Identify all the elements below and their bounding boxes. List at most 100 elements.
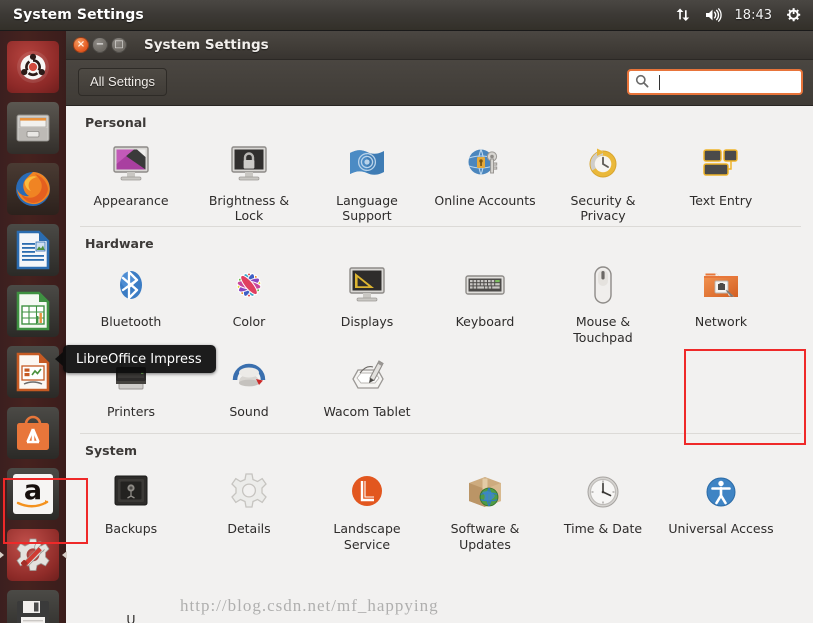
settings-item-displays[interactable]: Displays [308,255,426,345]
section-title-hardware: Hardware [85,236,154,252]
section-system: System Backups Details Landscape Service… [66,434,813,623]
launcher-item-libreoffice-calc[interactable] [4,282,62,340]
settings-item-wacom-tablet[interactable]: Wacom Tablet [308,345,426,431]
settings-item-label: Landscape Service [333,521,401,552]
settings-item-landscape-service[interactable]: Landscape Service [308,462,426,552]
launcher-item-files[interactable] [4,99,62,157]
all-settings-button[interactable]: All Settings [78,68,168,97]
software-updates-icon [461,468,509,516]
search-box[interactable] [627,69,803,96]
libreoffice-impress-icon [7,346,59,398]
system-settings-window: × − □ System Settings All Settings Perso… [66,31,813,623]
text-entry-icon [697,140,745,188]
settings-item-label: Mouse & Touchpad [573,314,633,345]
top-panel: System Settings 18:43 [0,0,813,31]
amazon-icon: a [7,468,59,520]
volume-indicator-icon[interactable] [704,7,722,23]
network-indicator-icon[interactable] [675,7,691,23]
settings-item-label: Software & Updates [450,521,520,552]
settings-item-color[interactable]: Color [190,255,308,345]
panel-app-title: System Settings [13,7,144,23]
mouse-icon [579,261,627,309]
section-personal: Personal Appearance Brightness & Lock La… [66,106,813,228]
ubuntu-software-icon [7,407,59,459]
network-icon [697,261,745,309]
window-toolbar: All Settings [66,60,813,106]
settings-item-label: Keyboard [455,314,515,330]
settings-item-online-accounts[interactable]: Online Accounts [426,134,544,224]
settings-item-appearance[interactable]: Appearance [72,134,190,224]
settings-item-universal-access[interactable]: Universal Access [662,462,780,552]
launcher-item-dash-home[interactable] [4,38,62,96]
settings-item-label: Universal Access [668,521,774,537]
bluetooth-icon [107,261,155,309]
panel-clock[interactable]: 18:43 [735,8,772,23]
settings-item-label: Language Support [336,192,398,224]
settings-item-text-entry[interactable]: Text Entry [662,134,780,224]
settings-item-mouse-touchpad[interactable]: Mouse & Touchpad [544,255,662,345]
ubuntu-logo-icon [7,41,59,93]
universal-access-icon [697,468,745,516]
system-settings-icon [7,529,59,581]
settings-item-time-date[interactable]: Time & Date [544,462,662,552]
settings-item-user-accounts[interactable]: U [72,553,190,623]
language-support-icon [343,140,391,188]
brightness-lock-icon [225,140,273,188]
search-input[interactable] [655,74,795,90]
launcher-item-system-settings[interactable] [0,526,67,584]
text-cursor [659,75,660,91]
launcher-tooltip: LibreOffice Impress [55,345,216,373]
settings-item-label: Wacom Tablet [323,404,411,420]
launcher-item-amazon[interactable]: a [4,465,62,523]
firefox-icon [7,163,59,215]
session-indicator-icon[interactable] [785,7,802,24]
libreoffice-writer-icon [7,224,59,276]
launcher-item-save-disk[interactable] [4,587,62,623]
window-title: System Settings [144,37,269,54]
security-privacy-icon [579,140,627,188]
launcher-dock: a [0,31,67,623]
settings-item-language-support[interactable]: Language Support [308,134,426,224]
launcher-item-libreoffice-impress[interactable] [4,343,62,401]
settings-item-label: Time & Date [563,521,643,537]
settings-item-label: Network [694,314,748,330]
tooltip-label: LibreOffice Impress [76,351,202,367]
minimize-icon[interactable]: − [92,37,108,54]
user-accounts-icon [107,559,155,607]
libreoffice-calc-icon [7,285,59,337]
launcher-item-ubuntu-software[interactable] [4,404,62,462]
section-title-system: System [85,443,138,459]
grid-personal: Appearance Brightness & Lock Language Su… [66,134,813,224]
settings-item-backups[interactable]: Backups [72,462,190,552]
close-icon[interactable]: × [73,37,89,54]
settings-item-security-privacy[interactable]: Security & Privacy [544,134,662,224]
grid-hardware: Bluetooth Color Displays Keyboard Mouse … [66,255,813,431]
settings-item-software-updates[interactable]: Software & Updates [426,462,544,552]
displays-icon [343,261,391,309]
landscape-icon [343,468,391,516]
floppy-disk-icon [7,590,59,623]
settings-item-label: Color [232,314,266,330]
settings-item-brightness-lock[interactable]: Brightness & Lock [190,134,308,224]
wacom-tablet-icon [343,351,391,399]
desktop: System Settings 18:43 a × − □ System Set… [0,0,813,623]
settings-item-keyboard[interactable]: Keyboard [426,255,544,345]
settings-item-bluetooth[interactable]: Bluetooth [72,255,190,345]
files-cabinet-icon [7,102,59,154]
settings-item-network[interactable]: Network [662,255,780,345]
launcher-item-libreoffice-writer[interactable] [4,221,62,279]
launcher-item-firefox[interactable] [4,160,62,218]
keyboard-icon [461,261,509,309]
settings-item-label: Details [227,521,271,537]
window-titlebar: × − □ System Settings [66,31,813,61]
settings-item-details[interactable]: Details [190,462,308,552]
appearance-icon [107,140,155,188]
settings-item-label: U [126,611,136,623]
maximize-icon[interactable]: □ [111,37,127,54]
grid-system: Backups Details Landscape Service Softwa… [66,462,813,623]
time-date-icon [579,468,627,516]
settings-item-label: Backups [104,521,158,537]
settings-item-label: Text Entry [689,192,753,208]
settings-item-label: Online Accounts [434,192,536,208]
settings-item-label: Security & Privacy [570,192,636,224]
